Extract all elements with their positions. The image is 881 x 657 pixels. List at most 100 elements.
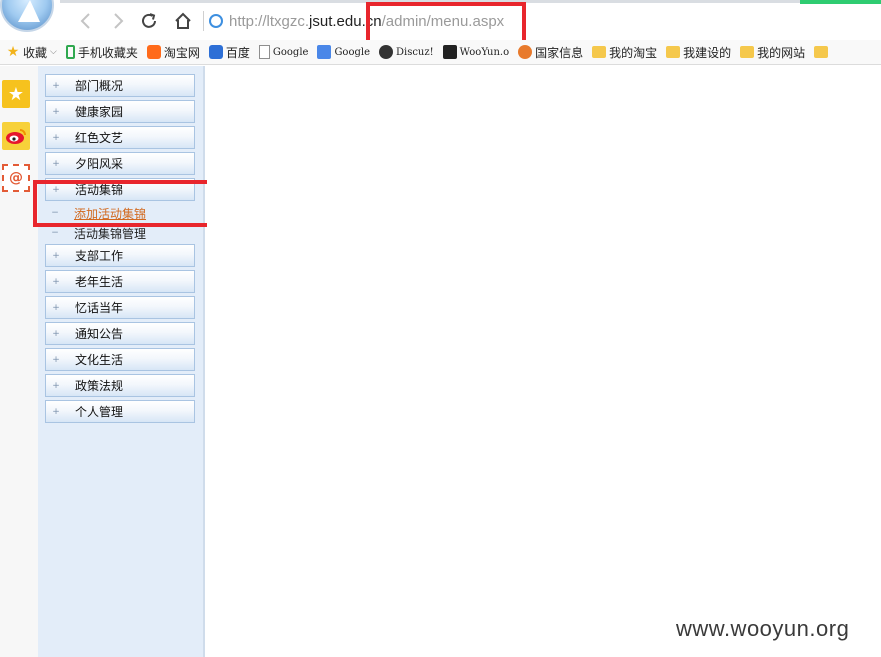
- bookmark-label: 百度: [225, 45, 250, 60]
- site-info-icon[interactable]: [209, 14, 223, 28]
- menu-item-notices[interactable]: + 通知公告: [45, 322, 195, 345]
- chevron-right-icon: [114, 13, 124, 29]
- bookmark-folder-overflow[interactable]: [814, 41, 831, 63]
- main-content-frame: [207, 66, 881, 657]
- phone-icon: [65, 45, 75, 59]
- menu-item-label: 健康家园: [75, 105, 124, 119]
- bookmark-label: 我的网站: [757, 45, 806, 60]
- expand-icon: +: [52, 106, 60, 117]
- menu-item-label: 个人管理: [75, 405, 124, 419]
- forward-button[interactable]: [106, 9, 130, 33]
- collapse-icon: −: [51, 228, 59, 238]
- bookmark-folder-my-sites[interactable]: 我的网站: [740, 41, 805, 63]
- menu-item-red-arts[interactable]: + 红色文艺: [45, 126, 195, 149]
- bookmark-label: WooYun.o: [459, 46, 510, 58]
- url-prefix: http://ltxgzc.: [229, 12, 310, 30]
- menu-item-label: 文化生活: [75, 353, 124, 367]
- menu-item-memories[interactable]: + 忆话当年: [45, 296, 195, 319]
- expand-icon: +: [52, 80, 60, 91]
- bookmark-google-translate[interactable]: Google: [317, 41, 370, 63]
- expand-icon: +: [52, 354, 60, 365]
- bookmark-baidu[interactable]: 百度: [208, 41, 250, 63]
- menu-highlight-box: [33, 180, 222, 227]
- gov-icon: [518, 45, 533, 59]
- expand-icon: +: [52, 132, 60, 143]
- folder-icon: [740, 46, 755, 58]
- bookmark-label: Google: [334, 46, 370, 58]
- mail-sidebar-button[interactable]: @: [2, 164, 30, 192]
- reload-icon: [142, 13, 156, 28]
- google-translate-icon: [317, 45, 332, 59]
- admin-menu-frame: + 部门概况 + 健康家园 + 红色文艺 + 夕阳风采 + 活动集锦 − 添加活…: [38, 66, 205, 657]
- menu-item-label: 老年生活: [75, 275, 124, 289]
- bookmark-mobile[interactable]: 手机收藏夹: [65, 41, 138, 63]
- chevron-down-icon: ⌵: [50, 47, 57, 57]
- bookmarks-bar: ★ 收藏 ⌵ 手机收藏夹 淘宝网 百度 Google Google Discuz…: [0, 40, 881, 65]
- bookmark-label: Discuz!: [395, 46, 434, 58]
- bookmark-folder-my-taobao[interactable]: 我的淘宝: [592, 41, 657, 63]
- bookmark-folder-built[interactable]: 我建设的: [666, 41, 731, 63]
- expand-icon: +: [52, 276, 60, 287]
- menu-item-sunset[interactable]: + 夕阳风采: [45, 152, 195, 175]
- folder-icon: [814, 46, 829, 58]
- page-icon: [258, 45, 270, 59]
- taobao-icon: [146, 45, 161, 59]
- bookmark-gov-info[interactable]: 国家信息: [518, 41, 583, 63]
- watermark: www.wooyun.org: [676, 616, 850, 641]
- menu-item-label: 部门概况: [75, 79, 124, 93]
- bookmark-label: 淘宝网: [163, 45, 200, 60]
- menu-item-label: 通知公告: [75, 327, 124, 341]
- star-icon: ★: [6, 44, 20, 60]
- bookmark-discuz[interactable]: Discuz!: [378, 41, 434, 63]
- favorites-sidebar-button[interactable]: ★: [2, 80, 30, 108]
- chevron-left-icon: [80, 13, 90, 29]
- menu-item-label: 红色文艺: [75, 131, 124, 145]
- bookmark-google[interactable]: Google: [258, 41, 309, 63]
- bookmark-wooyun[interactable]: WooYun.o: [442, 41, 510, 63]
- weibo-icon: [6, 129, 26, 144]
- bookmark-taobao[interactable]: 淘宝网: [146, 41, 200, 63]
- menu-item-personal[interactable]: + 个人管理: [45, 400, 195, 423]
- menu-item-label: 支部工作: [75, 249, 124, 263]
- mail-icon: @: [9, 170, 23, 186]
- menu-item-health[interactable]: + 健康家园: [45, 100, 195, 123]
- weibo-sidebar-button[interactable]: [2, 122, 30, 150]
- wooyun-icon: [442, 45, 457, 59]
- reload-button[interactable]: [137, 9, 161, 33]
- expand-icon: +: [52, 250, 60, 261]
- bookmark-label: 我建设的: [683, 45, 732, 60]
- menu-item-senior-life[interactable]: + 老年生活: [45, 270, 195, 293]
- active-tab-indicator: [800, 0, 881, 4]
- folder-icon: [592, 46, 607, 58]
- expand-icon: +: [52, 406, 60, 417]
- bookmark-label: 手机收藏夹: [77, 45, 138, 60]
- home-icon: [175, 12, 191, 29]
- bookmark-favorites[interactable]: ★ 收藏 ⌵: [6, 41, 57, 63]
- expand-icon: +: [52, 380, 60, 391]
- expand-icon: +: [52, 302, 60, 313]
- folder-icon: [666, 46, 681, 58]
- menu-item-label: 政策法规: [75, 379, 124, 393]
- expand-icon: +: [52, 328, 60, 339]
- bookmark-label: 国家信息: [535, 45, 584, 60]
- back-button[interactable]: [74, 9, 98, 33]
- browser-toolbar: http://ltxgzc.jsut.edu.cn/admin/menu.asp…: [0, 0, 881, 44]
- browser-logo-icon[interactable]: [0, 0, 54, 32]
- bookmark-label: 我的淘宝: [609, 45, 658, 60]
- discuz-icon: [378, 45, 393, 59]
- menu-item-label: 夕阳风采: [75, 157, 124, 171]
- submenu-label: 活动集锦管理: [74, 226, 147, 241]
- star-icon: ★: [7, 83, 25, 105]
- menu-item-department[interactable]: + 部门概况: [45, 74, 195, 97]
- bookmark-label: Google: [272, 46, 309, 58]
- url-highlight-box: [366, 2, 526, 44]
- menu-item-label: 忆话当年: [75, 301, 124, 315]
- menu-item-branch-work[interactable]: + 支部工作: [45, 244, 195, 267]
- baidu-paw-icon: [208, 45, 223, 59]
- toolbar-separator: [203, 11, 204, 31]
- expand-icon: +: [52, 158, 60, 169]
- bookmark-label: 收藏: [23, 45, 48, 60]
- menu-item-culture[interactable]: + 文化生活: [45, 348, 195, 371]
- home-button[interactable]: [171, 9, 195, 33]
- menu-item-policies[interactable]: + 政策法规: [45, 374, 195, 397]
